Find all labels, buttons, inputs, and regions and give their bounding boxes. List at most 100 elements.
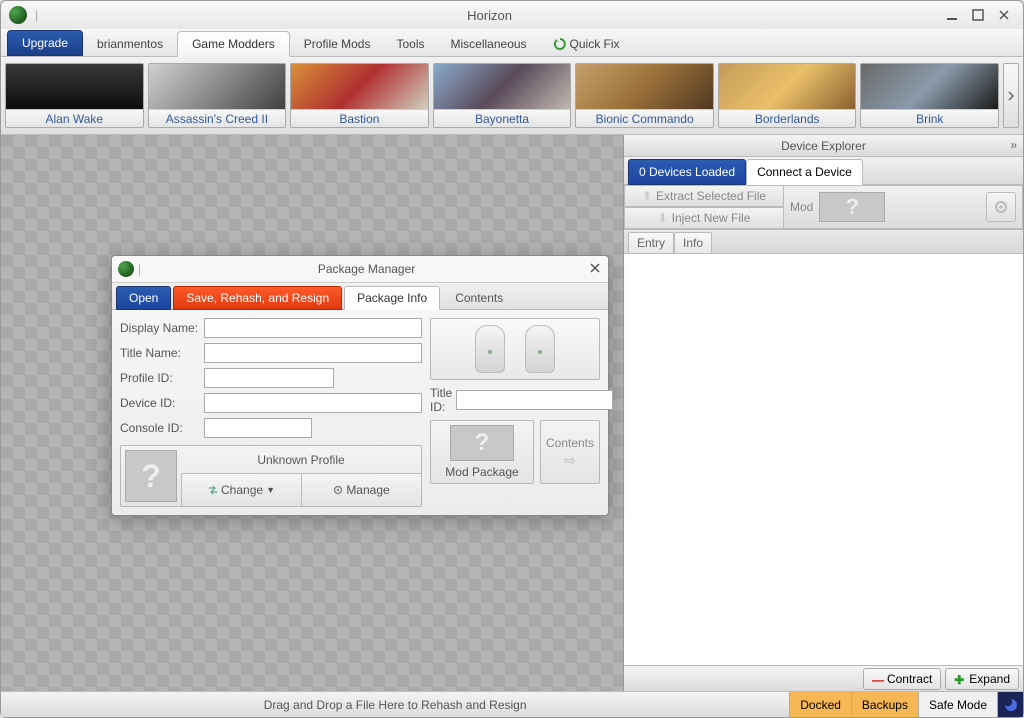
maximize-button[interactable] [967, 7, 989, 23]
arrow-up-icon: ⬆ [642, 189, 652, 203]
tab-contents[interactable]: Contents [442, 286, 516, 310]
brand-button[interactable] [997, 692, 1023, 717]
mod-package-box[interactable]: ? Mod Package [430, 420, 534, 484]
minus-icon: — [872, 673, 884, 685]
safe-mode-toggle[interactable]: Safe Mode [918, 692, 997, 717]
tab-tools[interactable]: Tools [384, 32, 436, 56]
question-mark-icon: ? [450, 425, 514, 461]
game-thumb [719, 64, 856, 109]
game-card[interactable]: Brink [860, 63, 999, 128]
game-thumb [149, 64, 286, 109]
vertical-divider: | [138, 262, 141, 276]
game-label: Assassin's Creed II [149, 109, 286, 127]
controller-preview [430, 318, 600, 380]
contract-button[interactable]: —Contract [863, 668, 941, 690]
game-card[interactable]: Borderlands [718, 63, 857, 128]
game-thumb [861, 64, 998, 109]
game-label: Bayonetta [434, 109, 571, 127]
settings-button[interactable] [986, 192, 1016, 222]
collapse-button[interactable]: » [1010, 138, 1017, 152]
console-id-input[interactable] [204, 418, 312, 438]
change-profile-button[interactable]: Change ▼ [181, 474, 301, 506]
profile-id-label: Profile ID: [120, 371, 200, 385]
package-manager-dialog: | Package Manager Open Save, Rehash, and… [111, 255, 609, 516]
panel-title: Device Explorer » [624, 135, 1023, 157]
device-id-input[interactable] [204, 393, 422, 413]
workspace-canvas[interactable]: | Package Manager Open Save, Rehash, and… [1, 135, 623, 691]
dialog-left: Display Name: Title Name: Profile ID: De… [120, 318, 422, 507]
tab-entry[interactable]: Entry [628, 232, 674, 253]
devices-loaded-tab[interactable]: 0 Devices Loaded [628, 159, 746, 185]
tab-profile-mods[interactable]: Profile Mods [292, 32, 383, 56]
controller-icon [525, 325, 555, 373]
docked-toggle[interactable]: Docked [789, 692, 851, 717]
save-rehash-resign-button[interactable]: Save, Rehash, and Resign [173, 286, 342, 310]
explorer-subtabs: Entry Info [624, 230, 1023, 254]
extract-file-button[interactable]: ⬆Extract Selected File [624, 185, 784, 207]
window-title: Horizon [42, 8, 937, 23]
scroll-right-button[interactable] [1003, 63, 1019, 128]
game-thumb [291, 64, 428, 109]
titlebar: | Horizon [1, 1, 1023, 29]
game-card[interactable]: Assassin's Creed II [148, 63, 287, 128]
open-button[interactable]: Open [116, 286, 171, 310]
swirl-icon [1003, 697, 1019, 713]
chevron-down-icon: ▼ [266, 485, 275, 495]
console-id-label: Console ID: [120, 421, 200, 435]
gear-icon [333, 485, 343, 495]
plus-icon: ✚ [954, 673, 966, 685]
expand-button[interactable]: ✚Expand [945, 668, 1019, 690]
dialog-titlebar[interactable]: | Package Manager [112, 256, 608, 282]
tab-upgrade[interactable]: Upgrade [7, 30, 83, 56]
app-window: | Horizon Upgrade brianmentos Game Modde… [0, 0, 1024, 718]
gear-icon [994, 200, 1008, 214]
mod-label: Mod [790, 200, 813, 214]
title-id-input[interactable] [456, 390, 613, 410]
mod-button[interactable]: ? [819, 192, 885, 222]
device-toolbar: ⬆Extract Selected File ⬇Inject New File … [624, 185, 1023, 230]
game-label: Bionic Commando [576, 109, 713, 127]
tab-miscellaneous[interactable]: Miscellaneous [439, 32, 539, 56]
vertical-divider: | [35, 8, 38, 22]
tab-user[interactable]: brianmentos [85, 32, 175, 56]
backups-toggle[interactable]: Backups [851, 692, 918, 717]
dialog-body: Display Name: Title Name: Profile ID: De… [112, 310, 608, 515]
game-label: Bastion [291, 109, 428, 127]
close-button[interactable] [993, 7, 1015, 23]
game-label: Alan Wake [6, 109, 143, 127]
xbox-logo-icon [118, 261, 134, 277]
explorer-footer: —Contract ✚Expand [624, 665, 1023, 691]
xbox-logo-icon [9, 6, 27, 24]
tab-package-info[interactable]: Package Info [344, 286, 440, 310]
game-card[interactable]: Bastion [290, 63, 429, 128]
minimize-button[interactable] [941, 7, 963, 23]
game-card[interactable]: Bionic Commando [575, 63, 714, 128]
quick-fix-label: Quick Fix [570, 37, 620, 51]
profile-box: ? Unknown Profile Change ▼ Manage [120, 445, 422, 507]
connect-device-tab[interactable]: Connect a Device [746, 159, 863, 185]
manage-profile-button[interactable]: Manage [301, 474, 421, 506]
game-label: Brink [861, 109, 998, 127]
explorer-body[interactable] [624, 254, 1023, 665]
refresh-icon [553, 37, 567, 51]
dialog-right: Title ID: ? Mod Package Contents ⇨ [430, 318, 600, 507]
dialog-close-button[interactable] [588, 261, 602, 278]
device-tabs: 0 Devices Loaded Connect a Device [624, 157, 1023, 185]
game-thumb [6, 64, 143, 109]
profile-name: Unknown Profile [181, 446, 421, 474]
game-card[interactable]: Alan Wake [5, 63, 144, 128]
profile-avatar: ? [125, 450, 177, 502]
controller-icon [475, 325, 505, 373]
tab-quick-fix[interactable]: Quick Fix [541, 32, 632, 56]
contents-button[interactable]: Contents ⇨ [540, 420, 600, 484]
inject-file-button[interactable]: ⬇Inject New File [624, 207, 784, 229]
title-name-input[interactable] [204, 343, 422, 363]
profile-id-input[interactable] [204, 368, 334, 388]
game-card[interactable]: Bayonetta [433, 63, 572, 128]
drop-hint[interactable]: Drag and Drop a File Here to Rehash and … [1, 698, 789, 712]
tab-game-modders[interactable]: Game Modders [177, 31, 290, 57]
workspace: | Package Manager Open Save, Rehash, and… [1, 135, 1023, 691]
display-name-input[interactable] [204, 318, 422, 338]
game-modder-strip: Alan Wake Assassin's Creed II Bastion Ba… [1, 57, 1023, 135]
tab-info[interactable]: Info [674, 232, 712, 253]
